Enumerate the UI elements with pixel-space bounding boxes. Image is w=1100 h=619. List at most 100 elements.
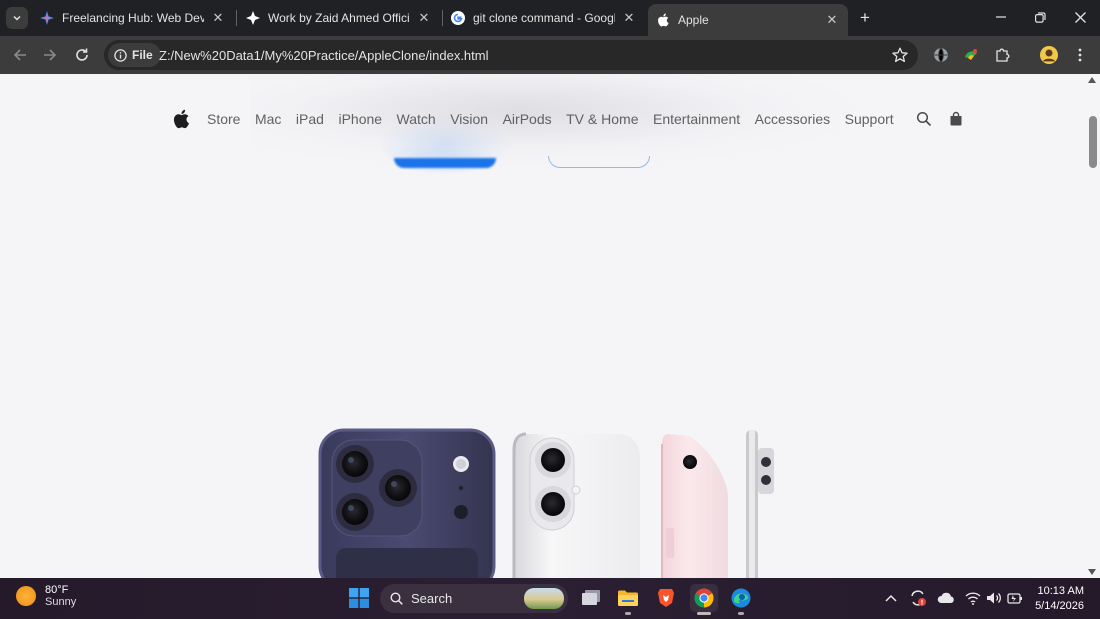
info-icon <box>114 48 127 62</box>
back-button[interactable] <box>8 43 32 67</box>
security-chip-label: File <box>132 48 153 62</box>
nav-item-watch[interactable]: Watch <box>397 111 436 127</box>
tab-title: git clone command - Google Se <box>473 11 615 25</box>
nav-item-vision[interactable]: Vision <box>450 111 488 127</box>
hero-primary-button[interactable] <box>394 158 496 168</box>
globe-extension-button[interactable] <box>930 44 952 66</box>
weather-widget[interactable]: 80°F Sunny <box>16 584 76 608</box>
profile-button[interactable] <box>1038 44 1060 66</box>
speaker-icon <box>987 592 1001 604</box>
apple-icon <box>656 13 670 27</box>
google-icon <box>451 11 465 25</box>
close-tab-icon[interactable]: ✕ <box>621 10 637 26</box>
chrome-button[interactable] <box>690 584 718 615</box>
nav-item-store[interactable]: Store <box>207 111 240 127</box>
page-viewport: Store Mac iPad iPhone Watch Vision AirPo… <box>0 74 1100 578</box>
onedrive-tray-button[interactable] <box>937 589 955 607</box>
browser-toolbar: File Z:/New%20Data1/My%20Practice/AppleC… <box>0 36 1100 74</box>
forward-button[interactable] <box>38 43 62 67</box>
puzzle-icon <box>996 48 1010 62</box>
battery-tray-button[interactable] <box>1006 589 1024 607</box>
nav-item-iphone[interactable]: iPhone <box>338 111 382 127</box>
restore-icon <box>1034 11 1046 23</box>
restore-button[interactable] <box>1020 0 1060 34</box>
brave-browser-button[interactable] <box>652 584 680 612</box>
tab-search-button[interactable] <box>6 7 28 29</box>
search-icon <box>390 592 403 605</box>
url-text: Z:/New%20Data1/My%20Practice/AppleClone/… <box>159 48 489 63</box>
avatar <box>1040 46 1058 64</box>
system-clock[interactable]: 10:13 AM 5/14/2026 <box>1035 584 1084 614</box>
running-indicator <box>697 612 711 615</box>
tab-title: Work by Zaid Ahmed Official <box>268 11 410 25</box>
scroll-down-arrow-icon[interactable] <box>1088 569 1096 575</box>
chevron-up-icon <box>885 594 897 602</box>
cloud-icon <box>937 592 954 603</box>
file-explorer-button[interactable] <box>614 584 642 615</box>
weather-temperature: 80°F <box>45 584 69 596</box>
tab-work-by-zaid[interactable]: Work by Zaid Ahmed Official ✕ <box>238 4 440 32</box>
close-tab-icon[interactable]: ✕ <box>416 10 432 26</box>
shopping-bag-icon[interactable] <box>948 111 964 127</box>
volume-tray-button[interactable] <box>985 589 1003 607</box>
sync-alert-icon <box>911 590 926 606</box>
minimize-button[interactable] <box>981 0 1021 34</box>
folder-icon <box>618 590 638 606</box>
tab-git-clone[interactable]: git clone command - Google Se ✕ <box>443 4 645 32</box>
scrollbar-thumb[interactable] <box>1089 116 1097 168</box>
color-extension-button[interactable] <box>960 44 982 66</box>
running-indicator <box>738 612 744 615</box>
edge-button[interactable] <box>727 584 755 615</box>
running-indicator <box>625 612 631 615</box>
nav-item-support[interactable]: Support <box>845 111 894 127</box>
nav-item-entertainment[interactable]: Entertainment <box>653 111 740 127</box>
chrome-icon <box>694 588 714 608</box>
new-tab-button[interactable]: + <box>855 8 875 28</box>
taskbar-search[interactable]: Search <box>380 584 568 613</box>
address-bar[interactable]: File Z:/New%20Data1/My%20Practice/AppleC… <box>104 40 918 70</box>
sync-tray-button[interactable] <box>909 589 927 607</box>
nav-item-accessories[interactable]: Accessories <box>755 111 830 127</box>
task-view-button[interactable] <box>577 584 605 612</box>
nav-item-tv-home[interactable]: TV & Home <box>566 111 638 127</box>
tab-freelancing-hub[interactable]: Freelancing Hub: Web Dev & Yo ✕ <box>32 4 234 32</box>
tab-separator <box>236 10 237 26</box>
palette-extension-icon <box>965 49 977 60</box>
plus-icon: + <box>860 8 870 27</box>
task-view-icon <box>582 590 600 605</box>
reload-button[interactable] <box>70 43 94 67</box>
apple-logo-icon[interactable] <box>172 109 190 129</box>
search-icon[interactable] <box>916 111 932 127</box>
page-scrollbar[interactable] <box>1085 74 1100 578</box>
arrow-right-icon <box>44 49 57 61</box>
bookmark-star-icon[interactable] <box>892 47 908 63</box>
close-window-button[interactable] <box>1060 0 1100 34</box>
tab-title: Freelancing Hub: Web Dev & Yo <box>62 11 204 25</box>
reload-icon <box>76 48 88 61</box>
sparkle-icon <box>40 11 54 25</box>
minimize-icon <box>996 16 1006 18</box>
globe-icon <box>934 47 948 63</box>
battery-plug-icon <box>1007 593 1022 604</box>
close-tab-icon[interactable]: ✕ <box>824 12 840 28</box>
clock-date: 5/14/2026 <box>1035 600 1084 612</box>
nav-item-ipad[interactable]: iPad <box>296 111 324 127</box>
hero-secondary-button[interactable] <box>548 156 650 168</box>
iphone-lineup-image <box>318 428 774 578</box>
scroll-up-arrow-icon[interactable] <box>1088 77 1096 83</box>
tab-apple[interactable]: Apple ✕ <box>648 4 848 36</box>
start-button[interactable] <box>345 584 373 612</box>
tab-title: Apple <box>678 13 709 27</box>
arrow-left-icon <box>13 49 26 61</box>
site-info-chip[interactable]: File <box>108 43 161 67</box>
extensions-button[interactable] <box>992 44 1014 66</box>
wifi-tray-button[interactable] <box>964 589 982 607</box>
sun-icon <box>16 586 36 606</box>
browser-menu-button[interactable] <box>1069 44 1091 66</box>
close-icon <box>1074 11 1086 23</box>
show-hidden-icons-button[interactable] <box>882 589 900 607</box>
nav-item-airpods[interactable]: AirPods <box>503 111 552 127</box>
close-tab-icon[interactable]: ✕ <box>210 10 226 26</box>
wifi-icon <box>965 592 981 605</box>
nav-item-mac[interactable]: Mac <box>255 111 281 127</box>
